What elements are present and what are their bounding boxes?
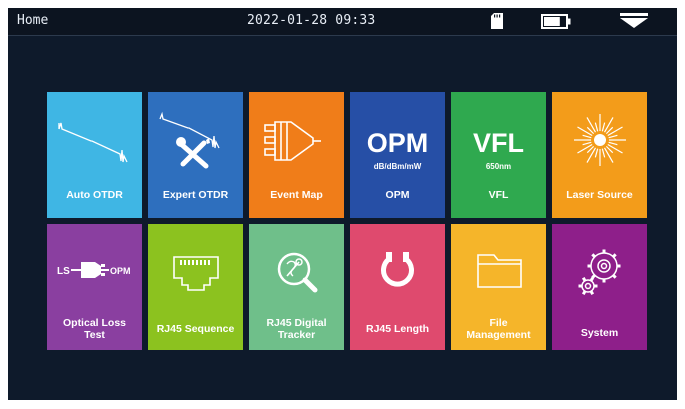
- tile-auto-otdr[interactable]: Auto OTDR: [47, 92, 142, 218]
- ls-text: LS: [57, 266, 70, 277]
- status-bar: Home 2022-01-28 09:33: [8, 8, 677, 36]
- tile-rj45-length[interactable]: RJ45 Length: [350, 224, 445, 350]
- tile-label: OPM: [385, 189, 410, 201]
- tile-optical-loss-test[interactable]: LS OPM Optical Loss Test: [47, 224, 142, 350]
- tile-label: File Management: [466, 317, 531, 341]
- tile-laser-source[interactable]: Laser Source: [552, 92, 647, 218]
- vfl-wavelength: 650nm: [485, 162, 512, 171]
- tile-expert-otdr[interactable]: Expert OTDR: [148, 92, 243, 218]
- tile-opm[interactable]: OPM dB/dBm/mW OPM: [350, 92, 445, 218]
- tile-rj45-digital-tracker[interactable]: RJ45 Digital Tracker: [249, 224, 344, 350]
- battery-icon: [541, 14, 571, 29]
- opm-text: OPM: [110, 266, 131, 276]
- tile-label: Event Map: [270, 189, 323, 201]
- tile-vfl[interactable]: VFL 650nm VFL: [451, 92, 546, 218]
- tile-label: Auto OTDR: [66, 189, 123, 201]
- display-area: Home 2022-01-28 09:33 Auto OTDR Expert O…: [8, 8, 677, 400]
- dropdown-icon[interactable]: [620, 13, 648, 28]
- tile-file-management[interactable]: File Management: [451, 224, 546, 350]
- tile-label: VFL: [488, 189, 509, 201]
- tile-rj45-sequence[interactable]: RJ45 Sequence: [148, 224, 243, 350]
- opm-icon-text: OPM: [366, 128, 429, 158]
- datetime: 2022-01-28 09:33: [247, 13, 376, 28]
- device-screen: Home 2022-01-28 09:33 Auto OTDR Expert O…: [0, 0, 685, 409]
- tile-label: RJ45 Length: [365, 323, 429, 335]
- tile-label: RJ45 Digital Tracker: [266, 317, 327, 341]
- sd-card-icon: [491, 13, 503, 29]
- tile-label: System: [580, 327, 619, 339]
- tile-label: RJ45 Sequence: [156, 323, 235, 335]
- tile-label: Expert OTDR: [162, 189, 229, 201]
- screen-title: Home: [17, 13, 49, 28]
- tile-system[interactable]: System: [552, 224, 647, 350]
- tile-label: Optical Loss Test: [62, 317, 126, 341]
- opm-units: dB/dBm/mW: [373, 162, 422, 171]
- tile-event-map[interactable]: Event Map: [249, 92, 344, 218]
- tile-label: Laser Source: [566, 189, 633, 201]
- vfl-icon-text: VFL: [473, 128, 524, 158]
